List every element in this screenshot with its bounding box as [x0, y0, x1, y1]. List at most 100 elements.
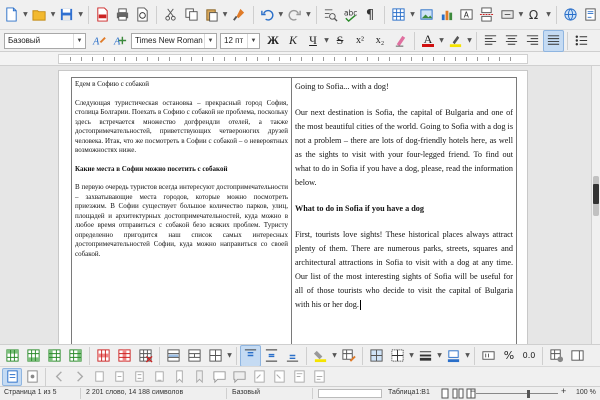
- align-right-icon[interactable]: [522, 30, 543, 52]
- borders-dropdown-arrow[interactable]: ▼: [408, 345, 415, 367]
- heading-ru[interactable]: Какие места в Софии можно посетить с соб…: [75, 165, 288, 175]
- insert-table-icon[interactable]: [389, 4, 408, 26]
- cell-title-ru[interactable]: Едем в Софию с собакой: [75, 80, 288, 90]
- save-dropdown-arrow[interactable]: ▼: [77, 4, 83, 26]
- zoom-in-icon[interactable]: +: [561, 386, 566, 396]
- page-break-icon[interactable]: [477, 4, 496, 26]
- next-index-icon[interactable]: [309, 368, 329, 386]
- field-dropdown-arrow[interactable]: ▼: [518, 4, 524, 26]
- split-cells-icon[interactable]: [184, 345, 205, 367]
- footnote-icon[interactable]: [581, 4, 600, 26]
- clear-formatting-icon[interactable]: [390, 30, 411, 52]
- font-color-dropdown-arrow[interactable]: ▼: [438, 30, 445, 52]
- border-color-dropdown-arrow[interactable]: ▼: [464, 345, 471, 367]
- redo-icon[interactable]: [285, 4, 304, 26]
- insert-chart-icon[interactable]: [437, 4, 456, 26]
- status-language-box[interactable]: [318, 389, 382, 398]
- bold-button[interactable]: Ж: [263, 31, 283, 51]
- paste-icon[interactable]: [202, 4, 221, 26]
- table-dropdown-arrow[interactable]: ▼: [409, 4, 415, 26]
- heading-en[interactable]: What to do in Sofia if you have a dog: [295, 202, 513, 216]
- previous-page-icon[interactable]: [49, 368, 69, 386]
- view-single-page-icon[interactable]: [440, 388, 450, 400]
- zoom-out-icon[interactable]: −: [470, 386, 475, 396]
- insert-field-icon[interactable]: [498, 4, 517, 26]
- update-style-icon[interactable]: A: [89, 30, 110, 52]
- spelling-icon[interactable]: abc: [341, 4, 360, 26]
- cut-icon[interactable]: [161, 4, 180, 26]
- insert-columns-after-icon[interactable]: [65, 345, 86, 367]
- align-left-icon[interactable]: [480, 30, 501, 52]
- previous-index-icon[interactable]: [289, 368, 309, 386]
- optimize-size-icon[interactable]: [205, 345, 226, 367]
- paragraph-en-intro[interactable]: Our next destination is Sofia, the capit…: [295, 106, 513, 190]
- highlight-dropdown-arrow[interactable]: ▼: [466, 30, 473, 52]
- delete-table-icon[interactable]: [135, 345, 156, 367]
- justify-icon[interactable]: [543, 29, 564, 52]
- find-replace-icon[interactable]: [321, 4, 340, 26]
- font-color-button[interactable]: A: [418, 31, 438, 51]
- highlight-color-icon[interactable]: [445, 30, 466, 52]
- status-page-style[interactable]: Базовый: [232, 389, 260, 396]
- cell-title-en[interactable]: Going to Sofia... with a dog!: [295, 80, 513, 94]
- superscript-button[interactable]: x²: [350, 31, 370, 51]
- first-object-icon[interactable]: [89, 368, 109, 386]
- formatting-marks-icon[interactable]: ¶: [361, 4, 380, 26]
- insert-rows-below-icon[interactable]: [23, 345, 44, 367]
- border-style-dropdown-arrow[interactable]: ▼: [436, 345, 443, 367]
- optimize-dropdown-arrow[interactable]: ▼: [226, 345, 233, 367]
- new-document-icon[interactable]: [2, 4, 21, 26]
- print-preview-icon[interactable]: [133, 4, 152, 26]
- next-bookmark-icon[interactable]: [189, 368, 209, 386]
- special-char-dropdown-arrow[interactable]: ▼: [545, 4, 551, 26]
- open-folder-icon[interactable]: [30, 4, 49, 26]
- previous-object-icon[interactable]: [109, 368, 129, 386]
- export-pdf-icon[interactable]: [93, 4, 112, 26]
- table-cell-background-icon[interactable]: [310, 345, 331, 367]
- align-center-icon[interactable]: [501, 30, 522, 52]
- previous-track-change-icon[interactable]: [249, 368, 269, 386]
- align-top-icon[interactable]: [240, 344, 261, 367]
- previous-bookmark-icon[interactable]: [169, 368, 189, 386]
- status-table-cell[interactable]: Таблица1:B1: [388, 389, 430, 396]
- paragraph-style-combo[interactable]: Базовый ▼: [4, 32, 86, 49]
- delete-rows-icon[interactable]: [93, 345, 114, 367]
- insert-columns-before-icon[interactable]: [44, 345, 65, 367]
- hyperlink-icon[interactable]: [561, 4, 580, 26]
- special-character-icon[interactable]: Ω: [525, 4, 544, 26]
- number-format-icon[interactable]: [478, 345, 499, 367]
- last-object-icon[interactable]: [149, 368, 169, 386]
- vertical-scrollbar[interactable]: [591, 66, 600, 344]
- zoom-slider-handle[interactable]: [527, 390, 531, 398]
- border-style-icon[interactable]: [415, 345, 436, 367]
- chevron-down-icon[interactable]: ▼: [204, 33, 216, 48]
- print-icon[interactable]: [113, 4, 132, 26]
- insert-textbox-icon[interactable]: A: [457, 4, 476, 26]
- align-bottom-icon[interactable]: [282, 345, 303, 367]
- new-style-icon[interactable]: A: [110, 30, 131, 52]
- delete-columns-icon[interactable]: [114, 345, 135, 367]
- border-color-icon[interactable]: [443, 345, 464, 367]
- undo-icon[interactable]: [257, 4, 276, 26]
- center-vertically-icon[interactable]: [261, 345, 282, 367]
- open-dropdown-arrow[interactable]: ▼: [50, 4, 56, 26]
- next-comment-icon[interactable]: [229, 368, 249, 386]
- autoformat-styles-icon[interactable]: [338, 345, 359, 367]
- zoom-slider[interactable]: [476, 393, 558, 394]
- insert-rows-above-icon[interactable]: [2, 345, 23, 367]
- decimal-format-button[interactable]: 0.0: [519, 346, 539, 366]
- copy-icon[interactable]: [181, 4, 200, 26]
- sidebar-toggle-icon[interactable]: [567, 345, 588, 367]
- paragraph-en-sights[interactable]: First, tourists love sights! These histo…: [295, 228, 513, 312]
- underline-dropdown-arrow[interactable]: ▼: [323, 30, 330, 52]
- percent-format-button[interactable]: %: [499, 346, 519, 366]
- merge-cells-icon[interactable]: [163, 345, 184, 367]
- zoom-percent[interactable]: 100 %: [576, 389, 596, 396]
- strikethrough-button[interactable]: S: [330, 31, 350, 51]
- redo-dropdown-arrow[interactable]: ▼: [305, 4, 311, 26]
- horizontal-ruler[interactable]: [0, 52, 600, 66]
- font-size-combo[interactable]: 12 пт ▼: [220, 32, 260, 49]
- select-table-icon[interactable]: [366, 345, 387, 367]
- navigator-icon[interactable]: [2, 367, 22, 386]
- paragraph-ru-sights[interactable]: В первую очередь туристов всегда интерес…: [75, 183, 288, 259]
